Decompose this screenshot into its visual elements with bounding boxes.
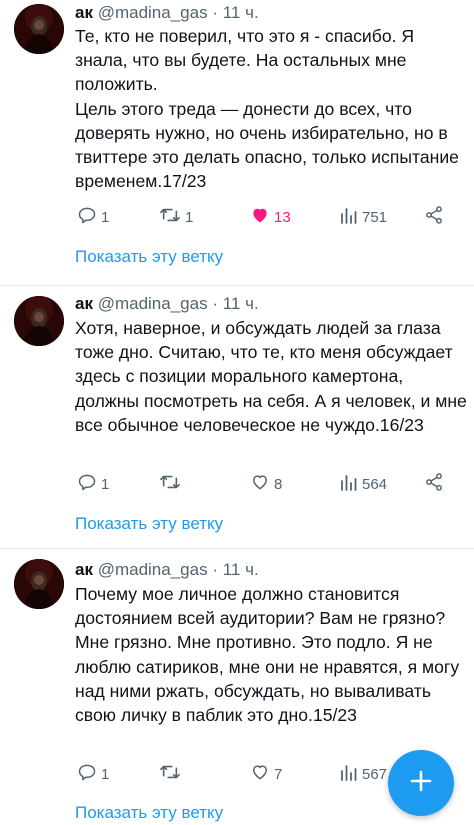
views-count: 567 [362, 765, 388, 783]
tweet-actions: 1 1 13 751 [75, 204, 455, 230]
views-button[interactable]: 564 [340, 471, 387, 497]
like-count: 7 [274, 765, 283, 783]
author-name[interactable]: ак [75, 3, 93, 22]
author-name[interactable]: ак [75, 560, 93, 579]
share-icon [424, 205, 444, 229]
views-count: 564 [362, 475, 388, 493]
tweet-header: ак @madina_gas · 11 ч. [75, 2, 259, 24]
avatar[interactable] [14, 559, 64, 609]
share-icon [424, 472, 444, 496]
heart-icon [250, 205, 270, 229]
author-name[interactable]: ак [75, 294, 93, 313]
show-thread-link[interactable]: Показать эту ветку [75, 513, 223, 535]
like-count: 13 [274, 208, 291, 226]
tweet-text: Хотя, наверное, и обсуждать людей за гла… [75, 318, 467, 435]
show-thread-link[interactable]: Показать эту ветку [75, 802, 223, 824]
author-handle[interactable]: @madina_gas [98, 3, 208, 22]
separator: · [212, 3, 218, 22]
avatar[interactable] [14, 296, 64, 346]
author-handle[interactable]: @madina_gas [98, 560, 208, 579]
avatar[interactable] [14, 4, 64, 54]
like-button[interactable]: 13 [250, 204, 291, 230]
views-icon [340, 472, 358, 496]
tweet-actions: 1 8 564 [75, 471, 455, 497]
plus-icon [408, 768, 434, 799]
retweet-button[interactable] [159, 471, 185, 497]
retweet-button[interactable] [159, 761, 185, 787]
retweet-icon [159, 762, 181, 786]
tweet-time[interactable]: 11 ч. [223, 3, 259, 22]
separator: · [212, 560, 218, 579]
compose-tweet-button[interactable] [388, 750, 454, 816]
retweet-icon [159, 205, 181, 229]
heart-icon [250, 472, 270, 496]
separator: · [212, 294, 218, 313]
tweet-1[interactable]: ак @madina_gas · 11 ч. Те, кто не повери… [0, 0, 474, 285]
share-button[interactable] [424, 471, 444, 497]
views-button[interactable]: 751 [340, 204, 387, 230]
heart-icon [250, 762, 270, 786]
tweet-text: Те, кто не поверил, что это я - спасибо.… [75, 26, 459, 192]
tweet-time[interactable]: 11 ч. [223, 294, 259, 313]
show-thread-link[interactable]: Показать эту ветку [75, 246, 223, 268]
retweet-icon [159, 472, 181, 496]
views-icon [340, 762, 358, 786]
tweet-text: Почему мое личное должно становится дост… [75, 584, 460, 726]
views-icon [340, 205, 358, 229]
tweet-time[interactable]: 11 ч. [223, 560, 259, 579]
views-button[interactable]: 567 [340, 761, 387, 787]
reply-count: 1 [101, 208, 110, 226]
retweet-count: 1 [185, 208, 194, 226]
reply-icon [77, 762, 97, 786]
share-button[interactable] [424, 204, 444, 230]
retweet-button[interactable]: 1 [159, 204, 193, 230]
reply-button[interactable]: 1 [77, 471, 109, 497]
views-count: 751 [362, 208, 388, 226]
author-handle[interactable]: @madina_gas [98, 294, 208, 313]
tweet-2[interactable]: ак @madina_gas · 11 ч. Хотя, наверное, и… [0, 286, 474, 548]
reply-icon [77, 472, 97, 496]
like-button[interactable]: 7 [250, 761, 282, 787]
reply-button[interactable]: 1 [77, 761, 109, 787]
reply-icon [77, 205, 97, 229]
like-button[interactable]: 8 [250, 471, 282, 497]
tweet-header: ак @madina_gas · 11 ч. [75, 559, 259, 581]
reply-button[interactable]: 1 [77, 204, 109, 230]
reply-count: 1 [101, 765, 110, 783]
tweet-header: ак @madina_gas · 11 ч. [75, 293, 259, 315]
like-count: 8 [274, 475, 283, 493]
reply-count: 1 [101, 475, 110, 493]
timeline-feed: ак @madina_gas · 11 ч. Те, кто не повери… [0, 0, 474, 825]
